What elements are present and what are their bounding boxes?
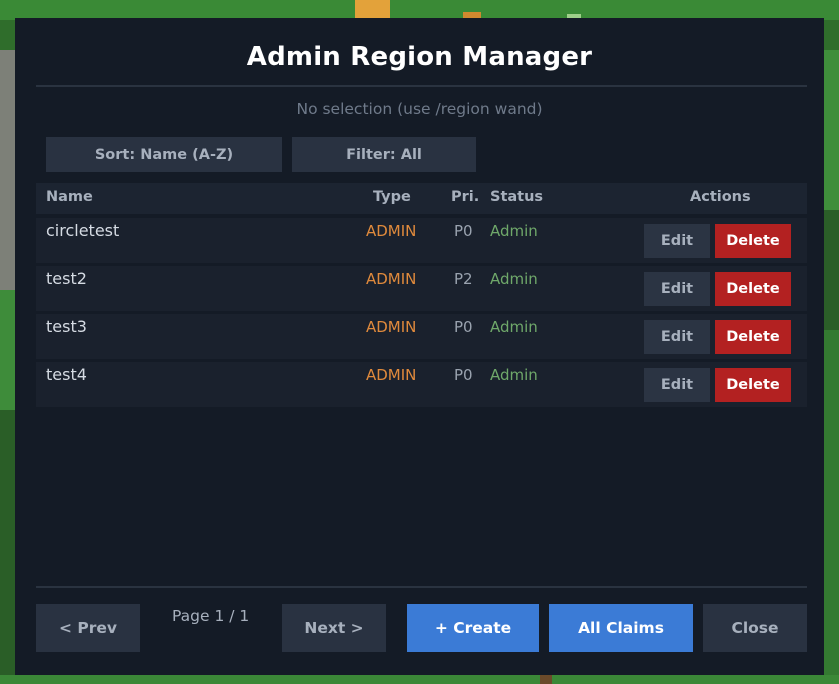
region-status: Admin	[490, 366, 538, 384]
column-header-type: Type	[373, 189, 411, 205]
region-type: ADMIN	[366, 270, 417, 288]
region-priority: P0	[454, 366, 473, 384]
delete-button[interactable]: Delete	[715, 272, 791, 306]
table-row: test2 ADMIN P2 Admin Edit Delete	[36, 266, 807, 311]
region-priority: P2	[454, 270, 473, 288]
region-status: Admin	[490, 270, 538, 288]
column-header-actions: Actions	[690, 189, 751, 205]
region-type: ADMIN	[366, 366, 417, 384]
close-button[interactable]: Close	[703, 604, 807, 652]
region-priority: P0	[454, 222, 473, 240]
region-name: circletest	[46, 221, 120, 240]
prev-page-button[interactable]: < Prev	[36, 604, 140, 652]
all-claims-button[interactable]: All Claims	[549, 604, 693, 652]
edit-button[interactable]: Edit	[644, 224, 710, 258]
delete-button[interactable]: Delete	[715, 320, 791, 354]
region-name: test2	[46, 269, 87, 288]
edit-button[interactable]: Edit	[644, 320, 710, 354]
page-indicator: Page 1 / 1	[172, 607, 250, 625]
region-type: ADMIN	[366, 318, 417, 336]
edit-button[interactable]: Edit	[644, 272, 710, 306]
table-row: test3 ADMIN P0 Admin Edit Delete	[36, 314, 807, 359]
region-name: test3	[46, 317, 87, 336]
filter-button[interactable]: Filter: All	[292, 137, 476, 172]
footer-divider	[36, 586, 807, 588]
region-status: Admin	[490, 222, 538, 240]
region-name: test4	[46, 365, 87, 384]
selection-status: No selection (use /region wand)	[296, 100, 543, 118]
column-header-priority: Pri.	[451, 189, 480, 205]
next-page-button[interactable]: Next >	[282, 604, 386, 652]
sort-button[interactable]: Sort: Name (A-Z)	[46, 137, 282, 172]
dialog-title: Admin Region Manager	[246, 42, 593, 72]
title-divider	[36, 85, 807, 87]
region-priority: P0	[454, 318, 473, 336]
table-header: Name Type Pri. Status Actions	[36, 183, 807, 214]
region-type: ADMIN	[366, 222, 417, 240]
table-row: test4 ADMIN P0 Admin Edit Delete	[36, 362, 807, 407]
create-region-button[interactable]: + Create	[407, 604, 539, 652]
delete-button[interactable]: Delete	[715, 368, 791, 402]
table-row: circletest ADMIN P0 Admin Edit Delete	[36, 218, 807, 263]
delete-button[interactable]: Delete	[715, 224, 791, 258]
region-status: Admin	[490, 318, 538, 336]
column-header-status: Status	[490, 189, 544, 205]
column-header-name: Name	[46, 189, 93, 205]
edit-button[interactable]: Edit	[644, 368, 710, 402]
region-manager-dialog: Admin Region Manager No selection (use /…	[15, 18, 824, 675]
